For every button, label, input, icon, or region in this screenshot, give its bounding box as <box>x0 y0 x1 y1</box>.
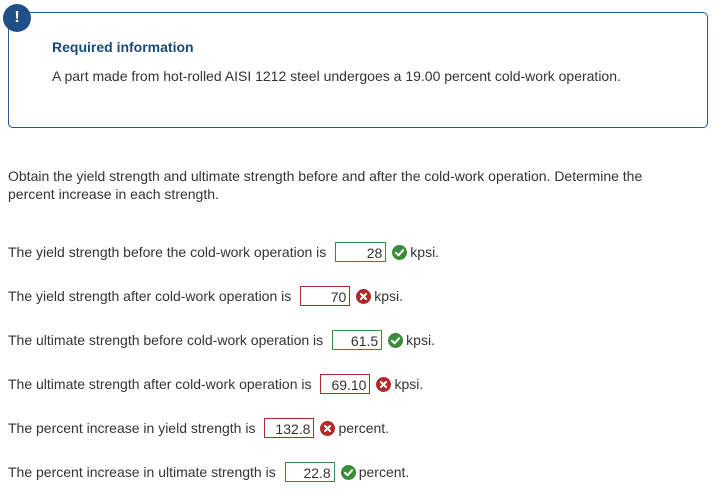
unit-label: percent. <box>338 420 390 436</box>
answer-row-yield-percent: The percent increase in yield strength i… <box>8 417 389 439</box>
answer-row-ultimate-before: The ultimate strength before cold-work o… <box>8 329 435 351</box>
question-prompt: Obtain the yield strength and ultimate s… <box>8 167 724 203</box>
answer-label: The ultimate strength before cold-work o… <box>8 332 324 348</box>
answer-field-ultimate-after[interactable]: 69.10 <box>320 374 371 394</box>
unit-label: kpsi. <box>374 288 404 304</box>
question-prompt-line-2: percent increase in each strength. <box>8 186 219 202</box>
page: Required information A part made from ho… <box>0 0 724 497</box>
x-circle-icon <box>320 420 336 436</box>
alert-icon: ! <box>3 4 31 32</box>
required-info-title: Required information <box>52 39 194 55</box>
x-circle-icon <box>356 288 372 304</box>
unit-label: percent. <box>358 464 410 480</box>
answer-label: The yield strength before the cold-work … <box>8 244 327 260</box>
answer-label: The percent increase in ultimate strengt… <box>8 464 276 480</box>
unit-label: kpsi. <box>394 376 424 392</box>
answer-row-ultimate-after: The ultimate strength after cold-work op… <box>8 373 423 395</box>
unit-label: kpsi. <box>406 332 435 348</box>
unit-label: kpsi. <box>410 244 440 260</box>
answer-field-yield-percent[interactable]: 132.8 <box>264 418 315 438</box>
check-circle-icon <box>392 244 408 260</box>
answer-row-yield-after: The yield strength after cold-work opera… <box>8 285 403 307</box>
answer-row-ultimate-percent: The percent increase in ultimate strengt… <box>8 461 409 483</box>
check-circle-icon <box>340 464 356 480</box>
answer-field-ultimate-before[interactable]: 61.5 <box>332 330 383 350</box>
answer-label: The percent increase in yield strength i… <box>8 420 256 436</box>
x-circle-icon <box>376 376 392 392</box>
required-info-panel: Required information A part made from ho… <box>8 12 708 128</box>
required-info-text: A part made from hot-rolled AISI 1212 st… <box>52 68 621 84</box>
answer-row-yield-before: The yield strength before the cold-work … <box>8 241 439 263</box>
answer-label: The ultimate strength after cold-work op… <box>8 376 312 392</box>
answer-field-ultimate-percent[interactable]: 22.8 <box>284 462 335 482</box>
answer-field-yield-after[interactable]: 70 <box>300 286 351 306</box>
answer-field-yield-before[interactable]: 28 <box>335 242 387 262</box>
answer-label: The yield strength after cold-work opera… <box>8 288 292 304</box>
check-circle-icon <box>388 332 404 348</box>
question-prompt-line-1: Obtain the yield strength and ultimate s… <box>8 168 643 184</box>
